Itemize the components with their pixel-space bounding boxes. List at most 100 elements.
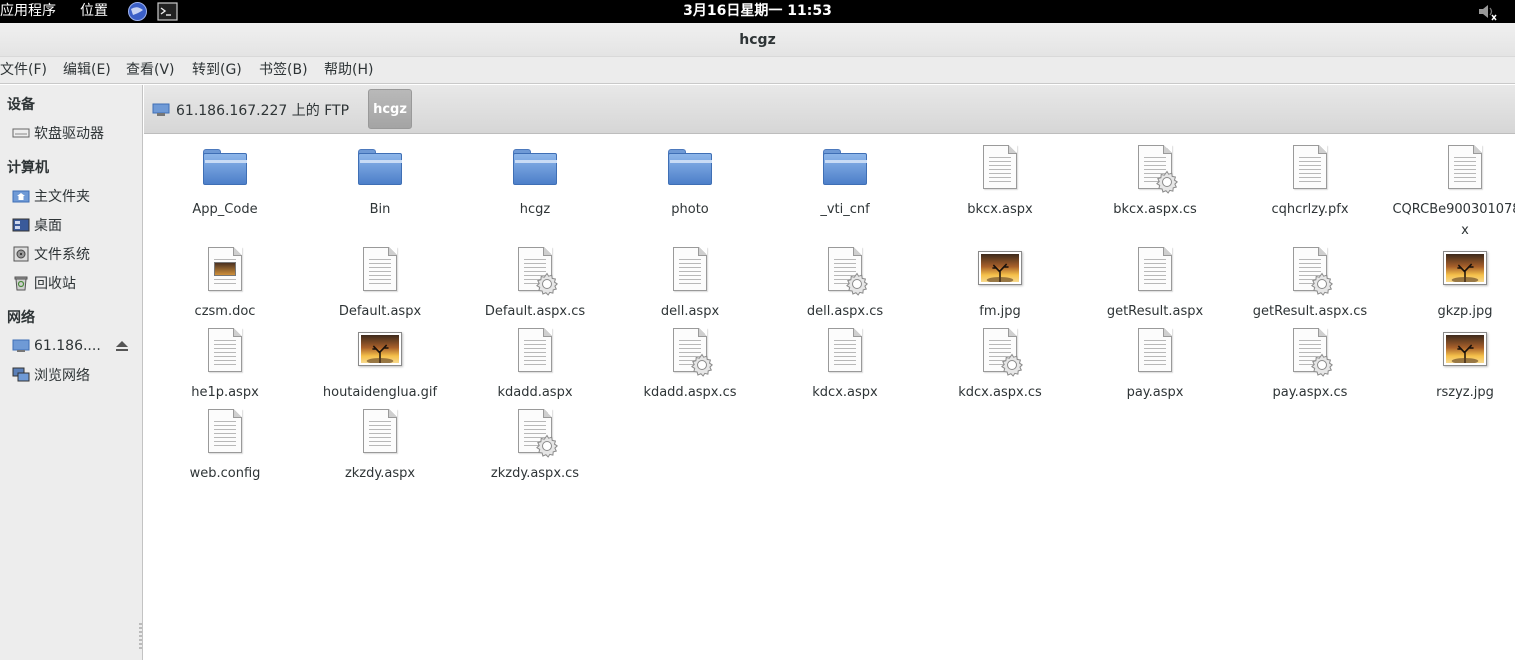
file-name: fm.jpg: [979, 304, 1021, 319]
gear-icon: [536, 434, 558, 458]
file-name: zkzdy.aspx.cs: [490, 466, 580, 481]
file-name: photo: [671, 202, 709, 217]
top-panel: 应用程序 位置 3月16日星期一 11:53: [0, 0, 1515, 23]
text-file-icon: [983, 145, 1017, 189]
source-file-icon: [1293, 247, 1333, 296]
source-file-icon: [673, 328, 713, 377]
file-item[interactable]: bkcx.aspx: [925, 143, 1075, 220]
file-name: czsm.doc: [194, 304, 256, 319]
file-item[interactable]: houtaidenglua.gif: [305, 326, 455, 403]
file-item[interactable]: CQRCBe900301078.pfx: [1390, 143, 1515, 241]
file-item[interactable]: photo: [615, 143, 765, 220]
file-item[interactable]: web.config: [150, 407, 300, 484]
text-file-icon: [1138, 247, 1172, 291]
gear-icon: [1001, 353, 1023, 377]
file-item[interactable]: kdcx.aspx: [770, 326, 920, 403]
sidebar-item-trash[interactable]: 回收站: [12, 272, 140, 294]
file-grid[interactable]: App_Code Bin hcgz photo _vti_cnf bkcx.aspx bkc…: [144, 135, 1515, 660]
file-name: he1p.aspx: [191, 385, 259, 400]
window-title-bar[interactable]: hcgz: [0, 23, 1515, 57]
file-name: kdcx.aspx.cs: [958, 385, 1042, 400]
eject-icon[interactable]: [115, 339, 129, 353]
network-share-icon: [12, 339, 30, 352]
file-item[interactable]: getResult.aspx.cs: [1235, 245, 1385, 322]
sidebar-item-floppy[interactable]: 软盘驱动器: [12, 122, 140, 144]
file-item[interactable]: gkzp.jpg: [1390, 245, 1515, 322]
file-name: cqhcrlzy.pfx: [1271, 202, 1349, 217]
file-name: getResult.aspx: [1106, 304, 1204, 319]
file-item[interactable]: Bin: [305, 143, 455, 220]
gear-icon: [536, 272, 558, 296]
file-item[interactable]: cqhcrlzy.pfx: [1235, 143, 1385, 220]
network-share-icon: [152, 103, 170, 116]
file-name: houtaidenglua.gif: [322, 385, 438, 400]
menu-file[interactable]: 文件(F): [0, 62, 47, 78]
file-item[interactable]: he1p.aspx: [150, 326, 300, 403]
path-button-ftp-root[interactable]: 61.186.167.227 上的 FTP: [152, 100, 349, 120]
sidebar-item-home[interactable]: 主文件夹: [12, 185, 140, 207]
file-name: bkcx.aspx: [967, 202, 1033, 217]
file-item[interactable]: kdcx.aspx.cs: [925, 326, 1075, 403]
gear-icon: [1156, 170, 1178, 194]
file-name: pay.aspx: [1126, 385, 1184, 400]
file-item[interactable]: Default.aspx: [305, 245, 455, 322]
file-item[interactable]: pay.aspx.cs: [1235, 326, 1385, 403]
file-item[interactable]: czsm.doc: [150, 245, 300, 322]
menu-bar: 文件(F) 编辑(E) 查看(V) 转到(G) 书签(B) 帮助(H): [0, 57, 1515, 84]
text-file-icon: [363, 409, 397, 453]
file-item[interactable]: pay.aspx: [1080, 326, 1230, 403]
text-file-icon: [208, 409, 242, 453]
file-item[interactable]: fm.jpg: [925, 245, 1075, 322]
file-item[interactable]: getResult.aspx: [1080, 245, 1230, 322]
file-name: web.config: [189, 466, 261, 481]
file-item[interactable]: kdadd.aspx.cs: [615, 326, 765, 403]
file-name: getResult.aspx.cs: [1252, 304, 1368, 319]
file-name: kdcx.aspx: [812, 385, 878, 400]
text-file-icon: [828, 328, 862, 372]
source-file-icon: [518, 247, 558, 296]
file-name: dell.aspx.cs: [806, 304, 884, 319]
clock[interactable]: 3月16日星期一 11:53: [0, 2, 1515, 20]
file-name: gkzp.jpg: [1437, 304, 1493, 319]
sidebar-resize-handle[interactable]: [139, 623, 142, 649]
sidebar-item-label: 回收站: [34, 276, 76, 292]
sidebar: 设备 软盘驱动器 计算机 主文件夹 桌面 文件系统 回收站 网络 61.186.…: [0, 85, 143, 660]
sidebar-item-filesystem[interactable]: 文件系统: [12, 243, 140, 265]
file-item[interactable]: rszyz.jpg: [1390, 326, 1515, 403]
sidebar-item-label: 软盘驱动器: [34, 126, 104, 142]
file-name: Default.aspx.cs: [484, 304, 586, 319]
path-button-current[interactable]: hcgz: [368, 89, 412, 129]
menu-help[interactable]: 帮助(H): [324, 62, 373, 78]
file-item[interactable]: dell.aspx: [615, 245, 765, 322]
menu-bookmarks[interactable]: 书签(B): [259, 62, 308, 78]
file-item[interactable]: bkcx.aspx.cs: [1080, 143, 1230, 220]
menu-go[interactable]: 转到(G): [192, 62, 242, 78]
sidebar-item-label: 浏览网络: [34, 368, 90, 384]
network-icon: [12, 367, 30, 382]
menu-edit[interactable]: 编辑(E): [63, 62, 111, 78]
text-file-icon: [1138, 328, 1172, 372]
source-file-icon: [518, 409, 558, 458]
file-item[interactable]: App_Code: [150, 143, 300, 220]
file-item[interactable]: kdadd.aspx: [460, 326, 610, 403]
file-item[interactable]: zkzdy.aspx.cs: [460, 407, 610, 484]
source-file-icon: [983, 328, 1023, 377]
gear-icon: [1311, 353, 1333, 377]
image-file-icon: [1443, 332, 1487, 366]
file-item[interactable]: dell.aspx.cs: [770, 245, 920, 322]
volume-muted-icon[interactable]: [1476, 1, 1497, 22]
file-item[interactable]: zkzdy.aspx: [305, 407, 455, 484]
path-bar: 61.186.167.227 上的 FTP hcgz: [144, 85, 1515, 134]
source-file-icon: [828, 247, 868, 296]
floppy-drive-icon: [12, 128, 30, 138]
menu-view[interactable]: 查看(V): [126, 62, 175, 78]
file-name: bkcx.aspx.cs: [1113, 202, 1197, 217]
file-name: kdadd.aspx: [497, 385, 573, 400]
sidebar-item-label: 桌面: [34, 218, 62, 234]
image-file-icon: [1443, 251, 1487, 285]
sidebar-item-browse-network[interactable]: 浏览网络: [12, 364, 140, 386]
file-item[interactable]: hcgz: [460, 143, 610, 220]
file-item[interactable]: _vti_cnf: [770, 143, 920, 220]
file-item[interactable]: Default.aspx.cs: [460, 245, 610, 322]
sidebar-item-desktop[interactable]: 桌面: [12, 214, 140, 236]
